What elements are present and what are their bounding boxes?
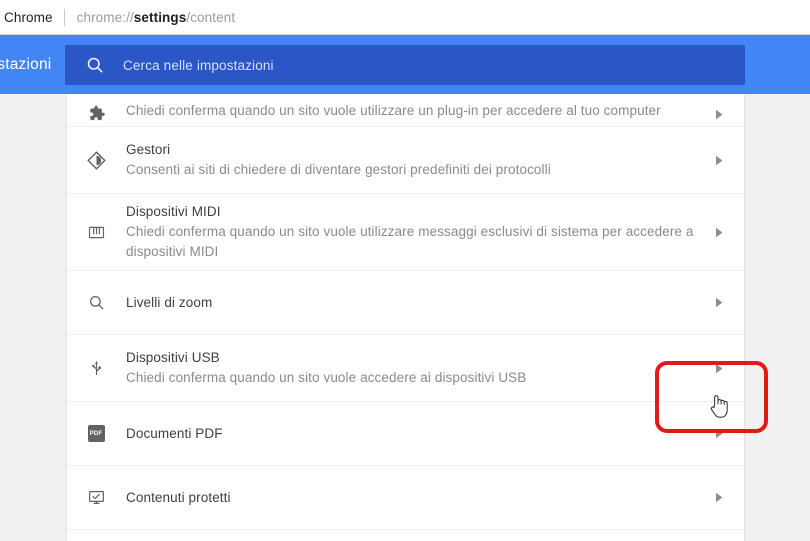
settings-row-text: Dispositivi USB Chiedi conferma quando u… <box>126 348 712 388</box>
settings-title: Impostazioni <box>0 55 52 73</box>
settings-row-zoom-levels[interactable]: Livelli di zoom <box>67 271 744 335</box>
settings-row-text: Gestori Consenti ai siti di chiedere di … <box>126 140 712 180</box>
settings-row-title: Dispositivi USB <box>126 350 220 365</box>
search-placeholder-text: Cerca nelle impostazioni <box>123 57 274 73</box>
chevron-right-icon[interactable] <box>712 427 726 441</box>
search-input[interactable]: Cerca nelle impostazioni <box>65 45 745 85</box>
settings-row-plugins[interactable]: Chiedi conferma quando un sito vuole uti… <box>67 94 744 127</box>
settings-row-text: Livelli di zoom <box>126 293 712 313</box>
settings-header: Impostazioni Cerca nelle impostazioni <box>0 35 810 94</box>
screenshot-root: Chrome chrome://settings/content Imposta… <box>0 0 810 541</box>
settings-row-text: Chiedi conferma quando un sito vuole uti… <box>126 101 712 121</box>
chevron-right-icon[interactable] <box>712 361 726 375</box>
settings-row-text: Contenuti protetti <box>126 488 712 508</box>
settings-row-subtitle: Chiedi conferma quando un sito vuole acc… <box>126 370 527 385</box>
settings-row-subtitle: Chiedi conferma quando un sito vuole uti… <box>126 224 694 259</box>
magnifier-icon <box>83 291 109 315</box>
settings-row-title: Dispositivi MIDI <box>126 204 221 219</box>
settings-row-usb-devices[interactable]: Dispositivi USB Chiedi conferma quando u… <box>67 335 744 402</box>
search-icon <box>85 55 105 75</box>
settings-row-midi[interactable]: Dispositivi MIDI Chiedi conferma quando … <box>67 194 744 271</box>
usb-icon <box>83 356 109 380</box>
settings-row-text: Documenti PDF <box>126 424 712 444</box>
settings-row-handlers[interactable]: Gestori Consenti ai siti di chiedere di … <box>67 127 744 194</box>
browser-topbar: Chrome chrome://settings/content <box>0 0 810 35</box>
chevron-right-icon[interactable] <box>712 153 726 167</box>
handlers-diamond-icon <box>83 148 109 172</box>
url-bold-segment: settings <box>133 9 187 25</box>
settings-row-pdf-documents[interactable]: PDF Documenti PDF <box>67 402 744 466</box>
settings-content-card: Chiedi conferma quando un sito vuole uti… <box>66 94 745 541</box>
address-bar-url[interactable]: chrome://settings/content <box>65 10 236 25</box>
settings-row-title: Documenti PDF <box>126 425 223 441</box>
browser-app-label: Chrome <box>4 9 53 25</box>
pdf-badge-label: PDF <box>87 425 105 442</box>
chevron-right-icon[interactable] <box>712 225 726 239</box>
settings-row-protected-content[interactable]: Contenuti protetti <box>67 466 744 530</box>
settings-row-subtitle: Chiedi conferma quando un sito vuole uti… <box>126 103 661 118</box>
settings-row-title: Gestori <box>126 142 171 157</box>
settings-row-title: Livelli di zoom <box>126 294 213 310</box>
settings-row-text: Dispositivi MIDI Chiedi conferma quando … <box>126 202 712 262</box>
midi-keyboard-icon <box>83 220 109 244</box>
chevron-right-icon[interactable] <box>712 296 726 310</box>
chevron-right-icon[interactable] <box>712 491 726 505</box>
settings-row-subtitle: Consenti ai siti di chiedere di diventar… <box>126 162 551 177</box>
chevron-right-icon[interactable] <box>712 107 726 121</box>
protected-content-monitor-icon <box>83 486 109 510</box>
puzzle-piece-icon <box>83 101 109 125</box>
settings-row-clipboard[interactable]: Appunti Chiedi prima di accedere <box>67 530 744 541</box>
url-suffix: /content <box>186 9 236 25</box>
pdf-icon: PDF <box>83 422 109 446</box>
url-prefix: chrome:// <box>76 9 134 25</box>
settings-row-title: Contenuti protetti <box>126 489 231 505</box>
